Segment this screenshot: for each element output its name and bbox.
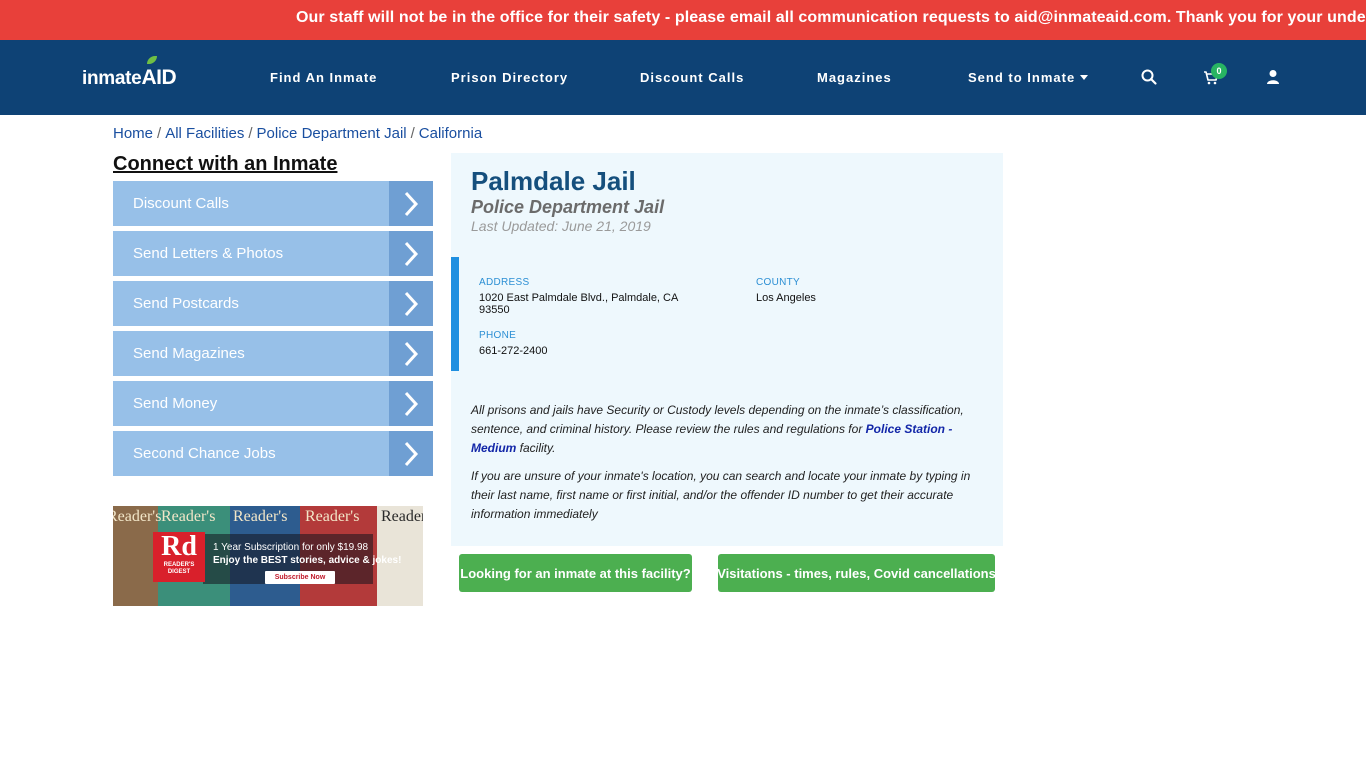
alert-text: Our staff will not be in the office for … bbox=[296, 9, 1366, 26]
breadcrumb-separator: / bbox=[410, 125, 415, 142]
ad-promo-line2: Enjoy the BEST stories, advice & jokes! bbox=[213, 555, 402, 566]
logo-text-aid: AID bbox=[141, 56, 177, 90]
top-navbar: inmate AID Find An Inmate Prison Directo… bbox=[0, 40, 1366, 115]
breadcrumb: Home / All Facilities / Police Department Ja… bbox=[113, 125, 482, 142]
cover-title: Reader's bbox=[233, 508, 288, 525]
address-line2: 93550 bbox=[479, 304, 510, 316]
sidebar-btn-send-postcards[interactable]: Send Postcards bbox=[113, 281, 433, 326]
nav-magazines[interactable]: Magazines bbox=[817, 70, 892, 85]
chevron-right-icon bbox=[389, 231, 433, 276]
sidebar-btn-send-letters-photos[interactable]: Send Letters & Photos bbox=[113, 231, 433, 276]
chevron-right-icon bbox=[389, 381, 433, 426]
address-line1: 1020 East Palmdale Blvd., Palmdale, CA bbox=[479, 292, 679, 304]
nav-find-inmate[interactable]: Find An Inmate bbox=[270, 70, 377, 85]
chevron-right-icon bbox=[389, 331, 433, 376]
rd-logo-sub2: DIGEST bbox=[167, 569, 191, 575]
leaf-icon bbox=[147, 56, 158, 64]
readers-digest-ad[interactable]: Reader's Reader's Reader's Reader's Read… bbox=[113, 506, 423, 606]
user-icon[interactable] bbox=[1264, 68, 1282, 86]
subscribe-now-button[interactable]: Subscribe Now bbox=[265, 571, 335, 584]
cover-title: Reader's bbox=[305, 508, 360, 525]
nav-prison-directory[interactable]: Prison Directory bbox=[451, 70, 568, 85]
ad-promo-line1: 1 Year Subscription for only $19.98 bbox=[213, 542, 369, 553]
sidebar-btn-label: Discount Calls bbox=[133, 195, 229, 212]
facility-type: Police Department Jail bbox=[471, 197, 665, 217]
phone-value: 661-272-2400 bbox=[479, 345, 548, 357]
address-label: ADDRESS bbox=[479, 277, 530, 288]
logo-text-inmate: inmate bbox=[82, 68, 142, 89]
breadcrumb-police-department-jail[interactable]: Police Department Jail bbox=[257, 125, 407, 142]
security-levels-paragraph: All prisons and jails have Security or C… bbox=[471, 401, 981, 458]
site-logo[interactable]: inmate AID bbox=[82, 56, 177, 90]
facility-name: Palmdale Jail bbox=[471, 166, 636, 196]
para1-end: facility. bbox=[516, 441, 556, 455]
sidebar-btn-second-chance-jobs[interactable]: Second Chance Jobs bbox=[113, 431, 433, 476]
breadcrumb-california[interactable]: California bbox=[419, 125, 482, 142]
chevron-right-icon bbox=[389, 281, 433, 326]
alert-banner: Our staff will not be in the office for … bbox=[0, 0, 1366, 40]
county-value: Los Angeles bbox=[756, 292, 816, 304]
visitations-button[interactable]: Visitations - times, rules, Covid cancel… bbox=[717, 554, 996, 592]
sidebar-btn-label: Send Magazines bbox=[133, 345, 245, 362]
connect-heading: Connect with an Inmate bbox=[113, 153, 338, 175]
sidebar-btn-label: Send Money bbox=[133, 395, 218, 412]
locate-inmate-paragraph: If you are unsure of your inmate's locat… bbox=[471, 469, 971, 521]
sidebar-btn-send-money[interactable]: Send Money bbox=[113, 381, 433, 426]
sidebar-btn-discount-calls[interactable]: Discount Calls bbox=[113, 181, 433, 226]
breadcrumb-home[interactable]: Home bbox=[113, 125, 153, 142]
facility-info-box: ADDRESS 1020 East Palmdale Blvd., Palmda… bbox=[451, 257, 1003, 371]
readers-digest-logo: Rd READER'S DIGEST bbox=[153, 532, 205, 582]
logo-aid-label: AID bbox=[141, 66, 177, 89]
chevron-right-icon bbox=[389, 181, 433, 226]
county-label: COUNTY bbox=[756, 277, 801, 288]
caret-down-icon bbox=[1080, 75, 1089, 80]
cover-title: Reader's bbox=[381, 508, 423, 525]
breadcrumb-separator: / bbox=[157, 125, 162, 142]
phone-label: PHONE bbox=[479, 330, 517, 341]
accent-bar bbox=[451, 257, 459, 371]
cover-title: Reader's bbox=[113, 508, 162, 525]
search-icon[interactable] bbox=[1140, 68, 1158, 86]
breadcrumb-all-facilities[interactable]: All Facilities bbox=[165, 125, 244, 142]
rd-logo-sub1: READER'S bbox=[163, 562, 195, 568]
facility-last-updated: Last Updated: June 21, 2019 bbox=[471, 218, 651, 234]
sidebar-btn-label: Send Postcards bbox=[133, 295, 239, 312]
breadcrumb-separator: / bbox=[248, 125, 253, 142]
rd-logo-letters: Rd bbox=[161, 531, 197, 562]
sidebar-btn-label: Second Chance Jobs bbox=[133, 445, 276, 462]
sidebar-btn-label: Send Letters & Photos bbox=[133, 245, 284, 262]
sidebar-btn-send-magazines[interactable]: Send Magazines bbox=[113, 331, 433, 376]
nav-discount-calls[interactable]: Discount Calls bbox=[640, 70, 744, 85]
cart-count-badge: 0 bbox=[1211, 63, 1227, 79]
cover-title: Reader's bbox=[161, 508, 216, 525]
nav-send-to-inmate[interactable]: Send to Inmate bbox=[968, 70, 1089, 85]
chevron-right-icon bbox=[389, 431, 433, 476]
nav-send-to-inmate-label: Send to Inmate bbox=[968, 70, 1076, 85]
find-inmate-at-facility-button[interactable]: Looking for an inmate at this facility? bbox=[459, 554, 692, 592]
